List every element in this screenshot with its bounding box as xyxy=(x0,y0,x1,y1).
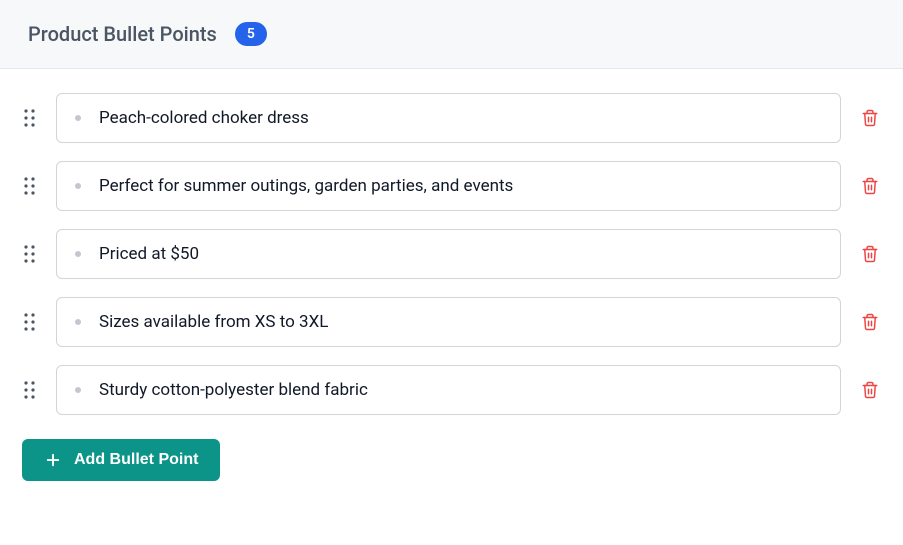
add-bullet-button[interactable]: Add Bullet Point xyxy=(22,439,220,481)
bullet-text-input[interactable] xyxy=(99,312,822,332)
bullet-input-box[interactable] xyxy=(56,297,841,347)
bullet-dot-icon xyxy=(75,115,81,121)
bullet-input-box[interactable] xyxy=(56,229,841,279)
trash-icon[interactable] xyxy=(859,108,881,128)
bullet-row xyxy=(22,297,881,347)
bullet-dot-icon xyxy=(75,183,81,189)
bullet-input-box[interactable] xyxy=(56,161,841,211)
add-button-label: Add Bullet Point xyxy=(74,451,198,469)
page-title: Product Bullet Points xyxy=(28,22,217,46)
plus-icon xyxy=(44,451,62,469)
bullet-row xyxy=(22,161,881,211)
drag-handle-icon[interactable] xyxy=(22,311,38,333)
trash-icon[interactable] xyxy=(859,380,881,400)
trash-icon[interactable] xyxy=(859,176,881,196)
count-badge: 5 xyxy=(235,22,267,46)
drag-handle-icon[interactable] xyxy=(22,243,38,265)
drag-handle-icon[interactable] xyxy=(22,379,38,401)
header: Product Bullet Points 5 xyxy=(0,0,903,69)
bullet-text-input[interactable] xyxy=(99,380,822,400)
bullet-dot-icon xyxy=(75,251,81,257)
drag-handle-icon[interactable] xyxy=(22,107,38,129)
bullet-row xyxy=(22,93,881,143)
bullet-input-box[interactable] xyxy=(56,365,841,415)
drag-handle-icon[interactable] xyxy=(22,175,38,197)
bullet-text-input[interactable] xyxy=(99,108,822,128)
bullet-dot-icon xyxy=(75,319,81,325)
bullet-dot-icon xyxy=(75,387,81,393)
bullet-row xyxy=(22,229,881,279)
trash-icon[interactable] xyxy=(859,244,881,264)
content: Add Bullet Point xyxy=(0,69,903,481)
bullet-input-box[interactable] xyxy=(56,93,841,143)
trash-icon[interactable] xyxy=(859,312,881,332)
bullet-row xyxy=(22,365,881,415)
bullet-text-input[interactable] xyxy=(99,176,822,196)
bullet-text-input[interactable] xyxy=(99,244,822,264)
